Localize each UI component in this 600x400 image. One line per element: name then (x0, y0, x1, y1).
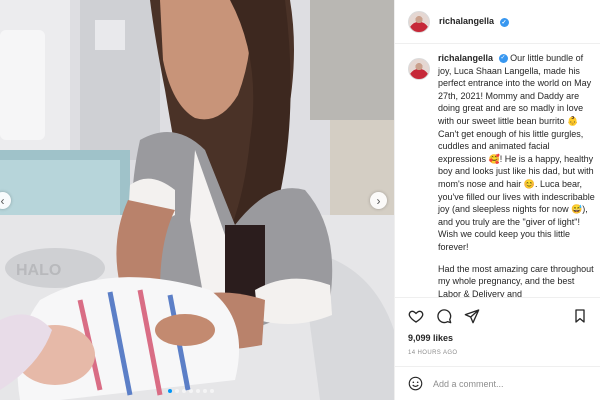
comment-bar (395, 366, 600, 400)
carousel-dot (182, 389, 186, 393)
post-sidebar: richalangella ✓ richalangella ✓ Our litt… (394, 0, 600, 400)
caption-area: richalangella ✓ Our little bundle of joy… (395, 52, 600, 297)
likes-count[interactable]: 9,099 likes (408, 333, 453, 343)
heart-icon[interactable] (408, 308, 424, 324)
post-header: richalangella ✓ (395, 0, 600, 44)
photo-illustration: HALO (0, 0, 394, 400)
action-bar (395, 297, 600, 333)
smiley-icon[interactable] (408, 376, 423, 391)
post-timestamp[interactable]: 14 HOURS AGO (408, 350, 457, 356)
sweat-smile-emoji-icon: 😅 (571, 204, 583, 215)
caption-paragraph-2: Had the most amazing care throughout my … (438, 263, 594, 298)
caption-avatar[interactable] (408, 58, 430, 80)
caption-row: richalangella ✓ Our little bundle of joy… (408, 52, 595, 297)
carousel-dot (203, 389, 207, 393)
svg-text:HALO: HALO (16, 262, 61, 279)
chevron-right-icon: › (376, 193, 381, 208)
comment-icon[interactable] (436, 308, 452, 324)
carousel-dot (196, 389, 200, 393)
next-slide-button[interactable]: › (370, 192, 387, 209)
blush-emoji-icon: 😊 (523, 178, 535, 189)
username-text[interactable]: richalangella (439, 16, 494, 26)
verified-badge-icon: ✓ (498, 54, 508, 64)
bookmark-icon[interactable] (572, 308, 588, 324)
carousel-dot (175, 389, 179, 393)
comment-input[interactable] (433, 378, 583, 389)
post-photo[interactable]: HALO ‹ › (0, 0, 394, 400)
caption-username[interactable]: richalangella (438, 53, 493, 63)
carousel-dot (168, 389, 172, 393)
caption-text: richalangella ✓ Our little bundle of joy… (438, 52, 595, 297)
verified-badge-icon: ✓ (499, 17, 509, 27)
baby-emoji-icon: 👶 (567, 115, 579, 126)
chevron-left-icon: ‹ (0, 193, 5, 208)
carousel-dot (189, 389, 193, 393)
carousel-indicator (168, 389, 214, 393)
paper-plane-icon[interactable] (464, 308, 480, 324)
carousel-dot (210, 389, 214, 393)
header-username[interactable]: richalangella ✓ (439, 16, 509, 27)
smiling-hearts-emoji-icon: 🥰 (488, 153, 500, 164)
avatar[interactable] (408, 10, 430, 33)
